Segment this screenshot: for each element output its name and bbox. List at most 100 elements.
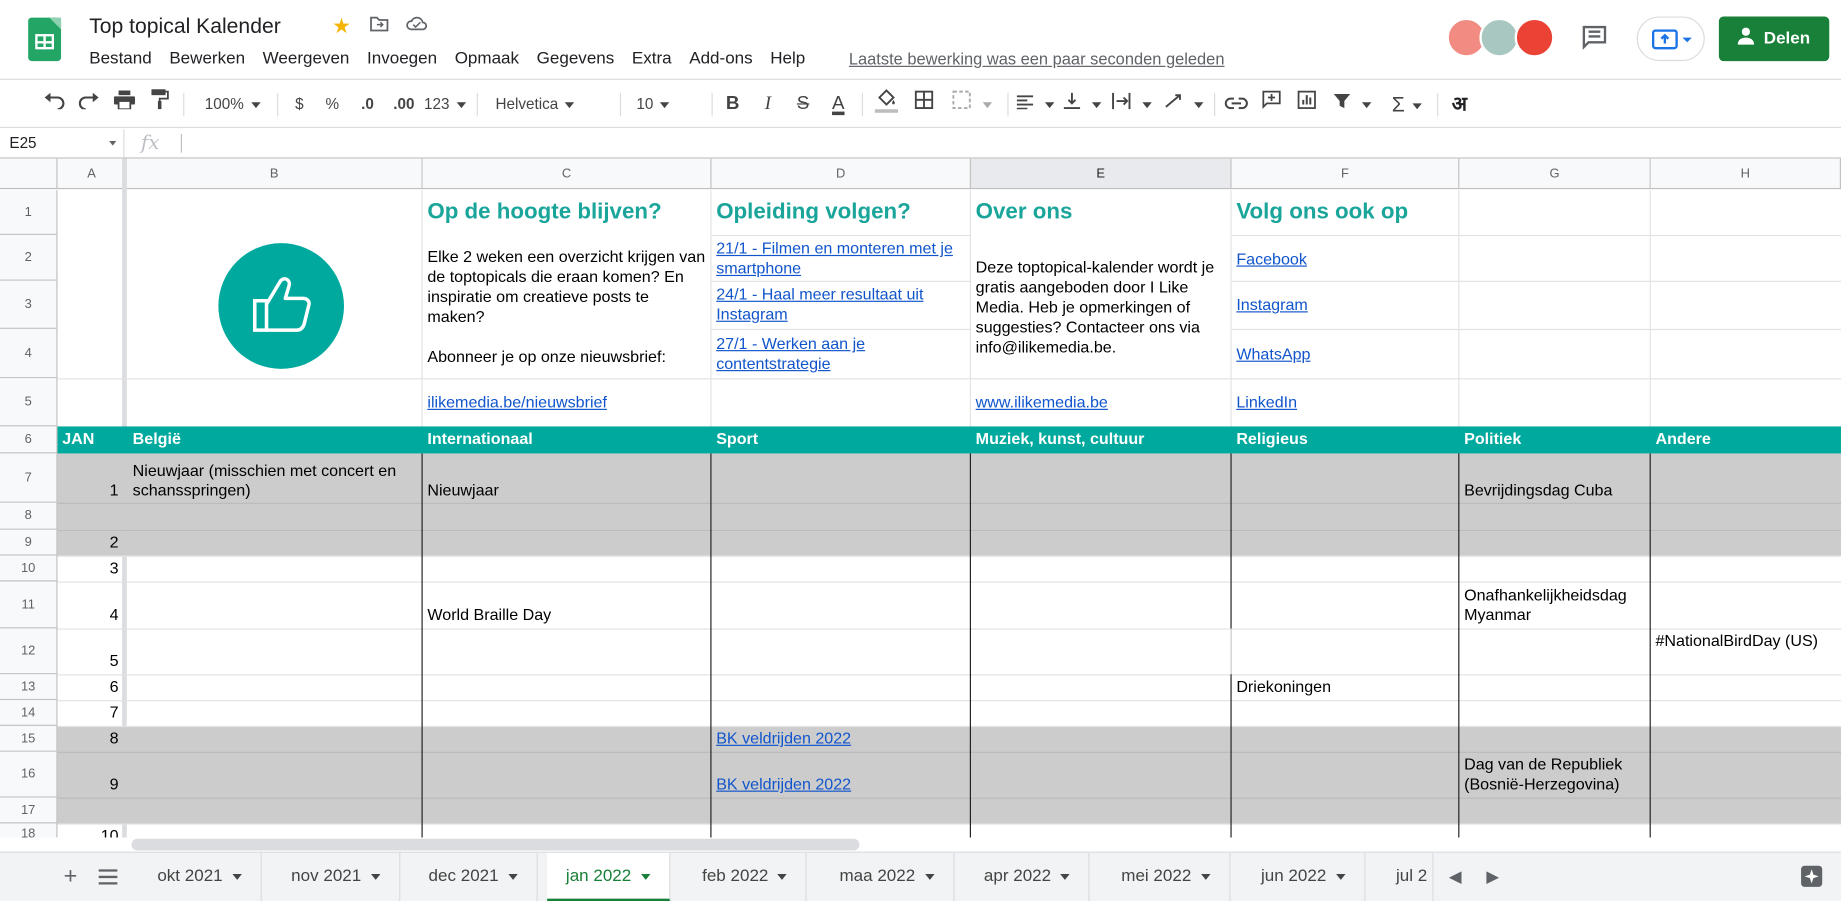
sheet-tab[interactable]: dec 2021 [410, 852, 538, 901]
sheet-tab[interactable]: maa 2022 [821, 852, 954, 901]
sheet-tab[interactable]: feb 2022 [683, 852, 808, 901]
share-button[interactable]: Delen [1718, 16, 1830, 62]
star-icon[interactable]: ★ [329, 13, 355, 39]
select-all-corner[interactable] [0, 158, 58, 190]
more-formats-select[interactable]: 123 [423, 88, 468, 121]
instagram-link[interactable]: Instagram [1232, 295, 1460, 315]
row-header[interactable]: 12 [0, 628, 58, 675]
website-link[interactable]: www.ilikemedia.be [971, 392, 1232, 412]
functions-icon[interactable]: Σ [1383, 88, 1430, 121]
sheet-tab[interactable]: jun 2022 [1242, 852, 1366, 901]
row-header[interactable]: 13 [0, 674, 58, 701]
bold-button[interactable]: B [719, 88, 747, 121]
row-header[interactable]: 14 [0, 700, 58, 726]
move-folder-icon[interactable] [366, 13, 392, 39]
insert-chart-icon[interactable] [1292, 88, 1323, 121]
add-sheet-icon[interactable]: + [59, 862, 82, 890]
redo-icon[interactable] [75, 88, 103, 121]
facebook-link[interactable]: Facebook [1232, 249, 1460, 269]
italic-button[interactable]: I [754, 88, 782, 121]
column-header-a[interactable]: A [57, 158, 127, 190]
strikethrough-button[interactable]: S [789, 88, 817, 121]
zoom-select[interactable]: 100% [195, 88, 270, 121]
avatar[interactable] [1479, 17, 1520, 58]
merge-cells-icon[interactable] [946, 88, 998, 121]
column-header-c[interactable]: C [422, 158, 712, 190]
column-header-h[interactable]: H [1650, 158, 1841, 190]
row-header[interactable]: 16 [0, 751, 58, 798]
borders-icon[interactable] [909, 88, 940, 121]
text-wrap-icon[interactable] [1108, 88, 1155, 121]
undo-icon[interactable] [40, 88, 68, 121]
scroll-tabs-left-icon[interactable]: ◀ [1449, 867, 1462, 887]
column-header-b[interactable]: B [126, 158, 423, 190]
decrease-decimals-button[interactable]: .0 [352, 88, 383, 121]
sheet-tab[interactable]: apr 2022 [965, 852, 1090, 901]
training-link-1[interactable]: 21/1 - Filmen en monteren met je smartph… [712, 238, 971, 278]
column-header-e[interactable]: E [970, 158, 1232, 190]
name-box[interactable]: E25 [0, 129, 125, 158]
formula-input[interactable] [188, 129, 1832, 157]
menu-bewerken[interactable]: Bewerken [169, 49, 245, 68]
fill-color-icon[interactable] [871, 88, 902, 121]
cloud-status-icon[interactable] [404, 13, 430, 39]
row-header[interactable]: 8 [0, 502, 58, 530]
scroll-tabs-right-icon[interactable]: ▶ [1486, 867, 1499, 887]
avatar[interactable] [1514, 17, 1555, 58]
explore-icon[interactable] [1800, 865, 1826, 891]
text-color-button[interactable]: A [824, 88, 852, 121]
row-header[interactable]: 4 [0, 328, 58, 379]
sheet-tab[interactable]: okt 2021 [139, 852, 262, 901]
input-tools-button[interactable]: अ [1444, 88, 1475, 121]
row-header[interactable]: 2 [0, 234, 58, 281]
currency-format-button[interactable]: $ [286, 88, 312, 121]
align-vertical-icon[interactable] [1061, 88, 1103, 121]
align-horizontal-icon[interactable] [1014, 88, 1056, 121]
all-sheets-icon[interactable] [98, 869, 118, 890]
event-link[interactable]: BK veldrijden 2022 [712, 774, 971, 794]
horizontal-scrollbar[interactable] [131, 838, 860, 851]
column-header-g[interactable]: G [1459, 158, 1651, 190]
training-link-3[interactable]: 27/1 - Werken aan je contentstrategie [712, 334, 971, 374]
sheet-tab-active[interactable]: jan 2022 [547, 852, 670, 901]
row-header[interactable]: 15 [0, 725, 58, 752]
spreadsheet-grid[interactable]: A B C D E F G H 1 2 3 4 5 6 7 8 9 10 11 … [0, 158, 1841, 838]
sheets-logo-icon[interactable] [28, 17, 62, 62]
row-header[interactable]: 5 [0, 378, 58, 427]
paint-format-icon[interactable] [146, 88, 174, 121]
comment-icon[interactable] [1580, 23, 1608, 51]
linkedin-link[interactable]: LinkedIn [1232, 392, 1460, 412]
newsletter-link[interactable]: ilikemedia.be/nieuwsbrief [423, 392, 712, 412]
row-header[interactable]: 17 [0, 797, 58, 824]
print-icon[interactable] [110, 88, 138, 121]
sheet-tab[interactable]: mei 2022 [1102, 852, 1231, 901]
font-size-select[interactable]: 10 [629, 88, 704, 121]
menu-add-ons[interactable]: Add-ons [689, 49, 752, 68]
menu-bestand[interactable]: Bestand [89, 49, 151, 68]
font-family-select[interactable]: Helvetica [486, 88, 610, 121]
column-header-d[interactable]: D [711, 158, 971, 190]
row-header[interactable]: 10 [0, 555, 58, 582]
row-header[interactable]: 6 [0, 426, 58, 454]
increase-decimals-button[interactable]: .00 [387, 88, 420, 121]
row-header[interactable]: 7 [0, 453, 58, 503]
menu-opmaak[interactable]: Opmaak [455, 49, 519, 68]
whatsapp-link[interactable]: WhatsApp [1232, 344, 1460, 364]
filter-icon[interactable] [1327, 88, 1379, 121]
percent-format-button[interactable]: % [319, 88, 345, 121]
menu-gegevens[interactable]: Gegevens [537, 49, 615, 68]
training-link-2[interactable]: 24/1 - Haal meer resultaat uit Instagram [712, 284, 971, 324]
row-header[interactable]: 18 [0, 823, 58, 838]
menu-invoegen[interactable]: Invoegen [367, 49, 437, 68]
column-header-f[interactable]: F [1231, 158, 1460, 190]
row-header[interactable]: 11 [0, 581, 58, 629]
row-header[interactable]: 1 [0, 190, 58, 235]
menu-weergeven[interactable]: Weergeven [263, 49, 350, 68]
row-header[interactable]: 9 [0, 529, 58, 556]
menu-extra[interactable]: Extra [632, 49, 672, 68]
insert-comment-icon[interactable] [1256, 88, 1287, 121]
document-title[interactable]: Top topical Kalender [89, 14, 281, 39]
insert-link-icon[interactable] [1221, 88, 1252, 121]
present-button[interactable] [1636, 16, 1705, 62]
event-link[interactable]: BK veldrijden 2022 [712, 728, 971, 748]
